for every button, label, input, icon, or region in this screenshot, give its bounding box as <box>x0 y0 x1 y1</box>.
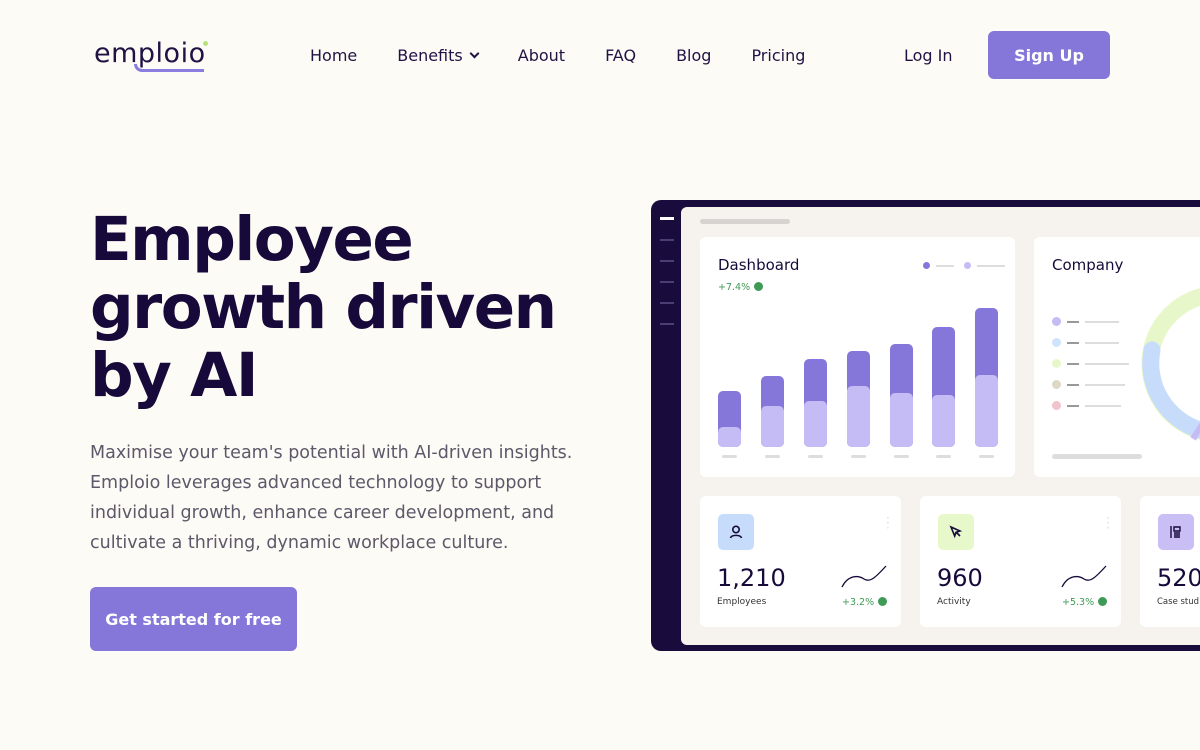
stat-value: 1,210 <box>717 564 786 592</box>
signup-button[interactable]: Sign Up <box>988 31 1110 79</box>
nav-pricing[interactable]: Pricing <box>751 46 805 65</box>
logo[interactable]: emploio <box>94 38 208 72</box>
stat-value: 520 <box>1157 564 1200 592</box>
bar-part <box>718 427 741 447</box>
x-tick <box>851 455 866 458</box>
legend-item <box>1052 359 1129 368</box>
nav-benefits[interactable]: Benefits <box>397 46 480 65</box>
cursor-icon <box>938 514 974 550</box>
hero-description: Maximise your team's potential with AI-d… <box>90 443 573 553</box>
placeholder-bar <box>1052 454 1142 459</box>
legend-item <box>1052 380 1125 389</box>
x-tick <box>936 455 951 458</box>
stat-label: Employees <box>717 597 767 607</box>
sparkline <box>1061 565 1107 588</box>
donut-chart <box>1141 288 1200 441</box>
bar-part <box>847 386 870 447</box>
x-tick <box>894 455 909 458</box>
company-title: Company <box>1052 256 1124 274</box>
x-tick <box>808 455 823 458</box>
bar-part <box>890 393 913 447</box>
bar-part <box>932 395 955 447</box>
logo-dot <box>203 41 208 46</box>
sparkline <box>841 565 887 588</box>
dashboard-change: +7.4% <box>718 282 764 293</box>
bar-part <box>975 375 998 447</box>
x-tick <box>722 455 737 458</box>
donut-segment <box>1190 422 1200 441</box>
trend-up-icon <box>1098 597 1108 606</box>
stat-change: +3.2% <box>842 597 888 608</box>
logo-swoosh <box>134 64 204 72</box>
x-tick <box>765 455 780 458</box>
stat-value: 960 <box>937 564 983 592</box>
user-icon <box>718 514 754 550</box>
legend-item <box>1052 338 1119 347</box>
sidebar-menu-lines <box>660 217 674 344</box>
stat-label: Activity <box>937 597 971 607</box>
hero-title: Employee growth driven by AI <box>90 204 557 411</box>
nav-about[interactable]: About <box>518 46 565 65</box>
stat-change: +5.3% <box>1062 597 1108 608</box>
more-options-icon[interactable]: · · · <box>886 512 890 534</box>
donut-segment <box>1142 341 1200 439</box>
bar-part <box>804 401 827 447</box>
chevron-down-icon <box>469 48 480 59</box>
stat-label: Case stud <box>1157 597 1200 607</box>
trend-up-icon <box>754 282 764 291</box>
nav-faq[interactable]: FAQ <box>605 46 636 65</box>
x-tick <box>979 455 994 458</box>
legend-item <box>1052 317 1119 326</box>
more-options-icon[interactable]: · · · <box>1106 512 1110 534</box>
get-started-button[interactable]: Get started for free <box>90 587 297 651</box>
bar-part <box>761 406 784 447</box>
chart-legend <box>923 262 1005 269</box>
nav-home[interactable]: Home <box>310 46 357 65</box>
legend-item <box>1052 401 1121 410</box>
placeholder-bar <box>700 219 790 224</box>
main-nav: Home Benefits About FAQ Blog Pricing <box>310 46 805 65</box>
dashboard-title: Dashboard <box>718 256 800 274</box>
nav-blog[interactable]: Blog <box>676 46 711 65</box>
document-icon <box>1158 514 1194 550</box>
trend-up-icon <box>878 597 888 606</box>
login-link[interactable]: Log In <box>904 46 953 65</box>
